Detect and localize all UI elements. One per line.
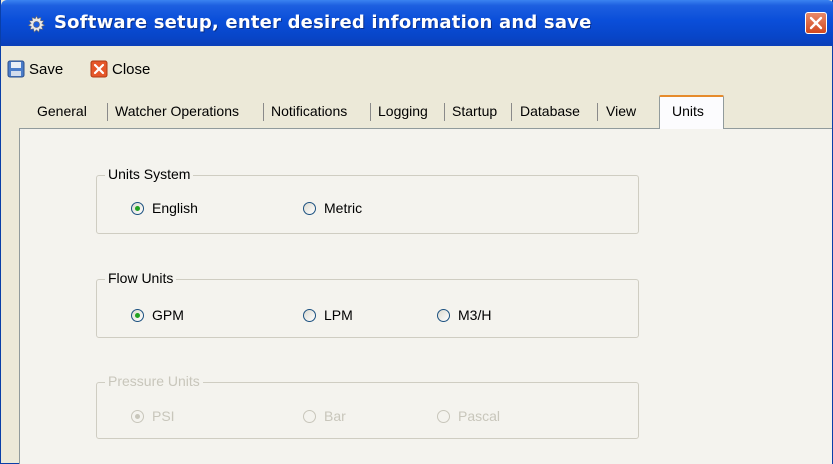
close-icon [90,60,108,78]
setup-window: Software setup, enter desired informatio… [0,0,833,464]
radio-pascal[interactable]: Pascal [437,408,500,424]
radio-button [303,308,316,322]
pressure-units-label: Pressure Units [105,373,203,389]
radio-button [437,409,450,423]
tab-logging[interactable]: Logging [378,97,428,126]
floppy-disk-icon [7,60,25,78]
tab-units-label: Units [672,103,704,119]
tab-separator [444,103,445,121]
close-label: Close [112,60,151,78]
radio-metric[interactable]: Metric [303,200,362,216]
close-icon [809,16,823,30]
save-label: Save [29,60,64,78]
tab-units[interactable]: Units [659,95,724,129]
radio-psi-label: PSI [152,408,175,424]
title-bar[interactable]: Software setup, enter desired informatio… [1,0,833,46]
flow-units-label: Flow Units [105,270,177,286]
radio-pascal-label: Pascal [458,408,501,424]
radio-button-selected [131,409,144,423]
radio-psi[interactable]: PSI [131,408,175,424]
radio-button-selected [131,308,144,322]
radio-button [303,201,316,215]
window-close-button[interactable] [805,12,827,34]
tab-separator [597,103,598,121]
radio-lpm[interactable]: LPM [303,307,353,323]
radio-m3h[interactable]: M3/H [437,307,491,323]
radio-gpm[interactable]: GPM [131,307,184,323]
tab-separator [511,103,512,121]
radio-button [303,409,316,423]
radio-metric-label: Metric [324,200,363,216]
tab-view[interactable]: View [606,97,636,126]
radio-bar-label: Bar [324,408,346,424]
flow-units-group: Flow Units GPM LPM M3/H [96,270,639,338]
tab-startup[interactable]: Startup [452,97,497,126]
tab-watcher-operations[interactable]: Watcher Operations [115,97,239,126]
tab-separator [263,103,264,121]
tab-general[interactable]: General [37,97,87,126]
save-button[interactable]: Save [7,58,63,80]
radio-m3h-label: M3/H [458,307,492,323]
radio-button [437,308,450,322]
radio-gpm-label: GPM [152,307,184,323]
radio-bar[interactable]: Bar [303,408,346,424]
radio-lpm-label: LPM [324,307,353,323]
radio-english[interactable]: English [131,200,198,216]
close-button[interactable]: Close [90,58,150,80]
window-title: Software setup, enter desired informatio… [54,12,592,33]
tab-separator [370,103,371,121]
toolbar: Save Close [1,46,832,94]
tab-notifications[interactable]: Notifications [271,97,347,126]
units-system-label: Units System [105,166,194,182]
radio-english-label: English [152,200,198,216]
units-system-group: Units System English Metric [96,166,639,234]
gear-icon [27,15,46,33]
units-tab-panel: Units System English Metric Flow Units G… [19,129,832,464]
tab-database[interactable]: Database [520,97,580,126]
tab-separator [107,103,108,121]
pressure-units-group: Pressure Units PSI Bar Pascal [96,373,639,439]
radio-button-selected [131,201,144,215]
